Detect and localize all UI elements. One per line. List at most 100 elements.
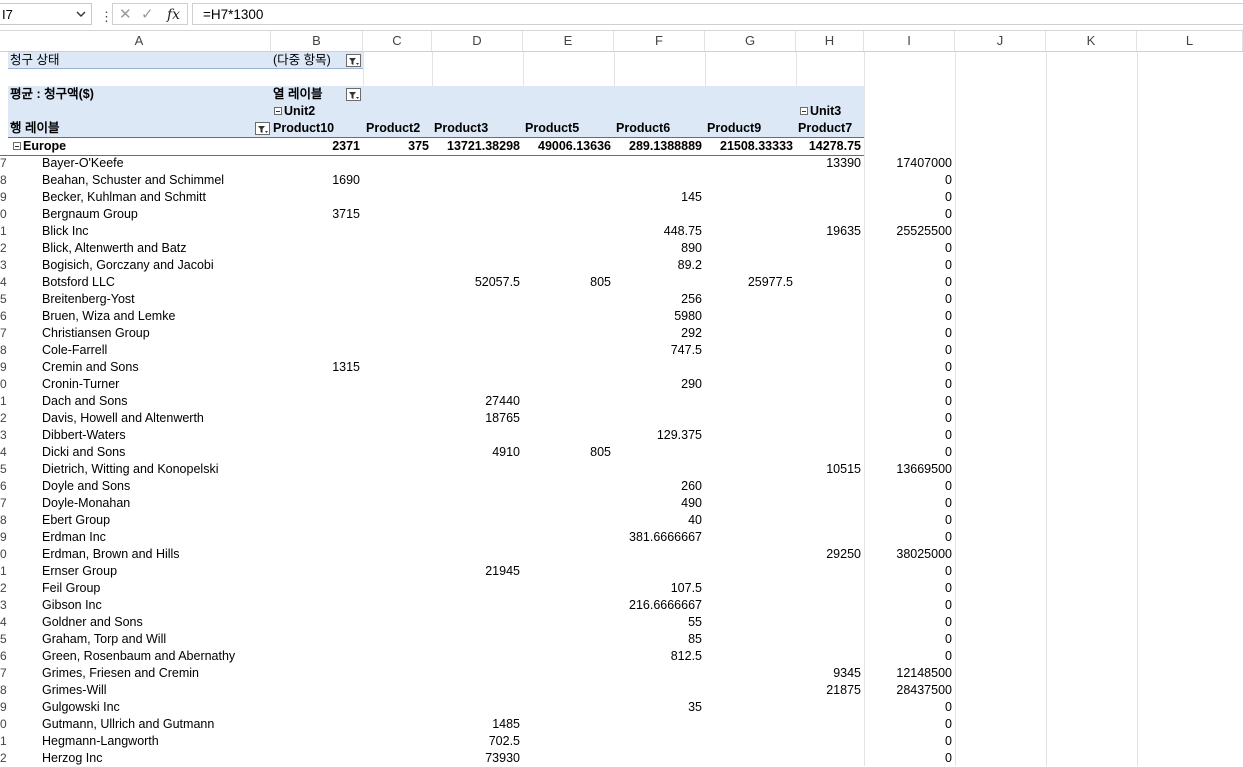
cell-g[interactable] [705,155,796,172]
cell-d[interactable] [432,206,523,223]
cell-d[interactable]: 4910 [432,444,523,461]
row-label[interactable]: Doyle and Sons [42,478,271,495]
cell-b[interactable] [271,495,363,512]
cell-f[interactable] [614,682,705,699]
cell-i[interactable]: 0 [864,206,955,223]
cell-b[interactable] [271,699,363,716]
column-header-b[interactable]: B [271,31,363,51]
cell-g[interactable] [705,563,796,580]
cell-f[interactable]: 812.5 [614,648,705,665]
cell-d[interactable] [432,359,523,376]
cell-c[interactable] [363,410,432,427]
cell-i[interactable]: 0 [864,427,955,444]
insert-function-icon[interactable]: fx [167,4,180,26]
cell-e[interactable] [523,529,614,546]
cell-h[interactable] [796,444,864,461]
cell-d[interactable] [432,325,523,342]
row-number[interactable]: 3 [0,597,8,614]
cell-f[interactable]: 290 [614,376,705,393]
cell-b[interactable] [271,529,363,546]
cell-h[interactable]: 9345 [796,665,864,682]
column-header-e[interactable]: E [523,31,614,51]
cell-d[interactable] [432,342,523,359]
row-number[interactable]: 0 [0,206,8,223]
cell-f[interactable]: 260 [614,478,705,495]
cell-g[interactable] [705,461,796,478]
cell-h[interactable]: 13390 [796,155,864,172]
cell-f[interactable] [614,444,705,461]
cell-b[interactable] [271,257,363,274]
cell-f[interactable]: 448.75 [614,223,705,240]
row-number[interactable]: 2 [0,580,8,597]
cell-i[interactable]: 0 [864,648,955,665]
row-label[interactable]: Botsford LLC [42,274,271,291]
unit2-header[interactable]: Unit2 [274,103,354,120]
row-label[interactable]: Bergnaum Group [42,206,271,223]
cell-c[interactable] [363,614,432,631]
cell-h[interactable] [796,257,864,274]
cell-g[interactable] [705,444,796,461]
cell-c[interactable] [363,342,432,359]
cell-e[interactable] [523,682,614,699]
cell-d[interactable] [432,546,523,563]
cell-e[interactable] [523,427,614,444]
cell-h[interactable]: 10515 [796,461,864,478]
cell-h[interactable] [796,478,864,495]
cell-d[interactable] [432,495,523,512]
cell-b[interactable] [271,427,363,444]
cell-b[interactable] [271,291,363,308]
cell-f[interactable]: 55 [614,614,705,631]
cell-d[interactable]: 52057.5 [432,274,523,291]
cell-g[interactable] [705,614,796,631]
cell-f[interactable]: 381.6666667 [614,529,705,546]
cell-b[interactable] [271,376,363,393]
row-label[interactable]: Bruen, Wiza and Lemke [42,308,271,325]
cell-e[interactable] [523,325,614,342]
row-number[interactable]: 4 [0,444,8,461]
cell-b[interactable] [271,155,363,172]
cell-h[interactable] [796,750,864,767]
cell-c[interactable] [363,274,432,291]
cell-e[interactable] [523,733,614,750]
cell-e[interactable] [523,580,614,597]
cell-f[interactable]: 292 [614,325,705,342]
cell-d[interactable] [432,461,523,478]
cell-d[interactable]: 27440 [432,393,523,410]
row-number[interactable]: 7 [0,325,8,342]
column-header-c[interactable]: C [363,31,432,51]
row-label[interactable]: Cremin and Sons [42,359,271,376]
cell-f[interactable] [614,172,705,189]
cell-i[interactable]: 0 [864,308,955,325]
cell-c[interactable] [363,665,432,682]
row-label[interactable]: Grimes, Friesen and Cremin [42,665,271,682]
cell-e[interactable] [523,155,614,172]
cell-c[interactable] [363,325,432,342]
cell-c[interactable] [363,393,432,410]
cell-i[interactable]: 0 [864,512,955,529]
row-number[interactable]: 4 [0,274,8,291]
cell-h[interactable]: 21875 [796,682,864,699]
cell-f[interactable] [614,206,705,223]
cell-c[interactable] [363,546,432,563]
cell-c[interactable] [363,172,432,189]
cell-d[interactable] [432,376,523,393]
row-label[interactable]: Dibbert-Waters [42,427,271,444]
cell-g[interactable] [705,342,796,359]
cell-d[interactable] [432,223,523,240]
row-number[interactable]: 7 [0,155,8,172]
row-label[interactable]: Cole-Farrell [42,342,271,359]
row-number[interactable]: 0 [0,716,8,733]
row-label[interactable]: Dietrich, Witting and Konopelski [42,461,271,478]
cell-e[interactable] [523,359,614,376]
cell-d[interactable] [432,257,523,274]
cell-d[interactable] [432,699,523,716]
cell-g[interactable] [705,206,796,223]
cell-i[interactable]: 0 [864,597,955,614]
cell-f[interactable] [614,546,705,563]
cell-i[interactable]: 38025000 [864,546,955,563]
row-label[interactable]: Hegmann-Langworth [42,733,271,750]
cell-g[interactable] [705,665,796,682]
cell-f[interactable] [614,274,705,291]
collapse-icon[interactable] [274,106,282,115]
cell-h[interactable] [796,495,864,512]
